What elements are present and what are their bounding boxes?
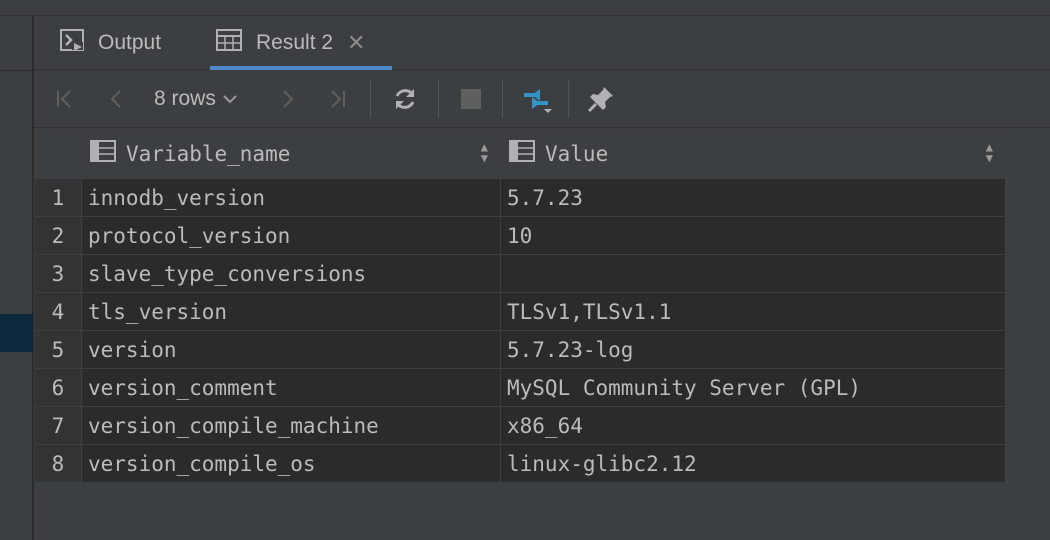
top-strip <box>0 0 1050 16</box>
cell-variable-name[interactable]: version_compile_machine <box>81 406 501 445</box>
console-icon <box>60 29 84 57</box>
row-number: 3 <box>34 254 82 293</box>
cell-value[interactable]: linux-glibc2.12 <box>500 444 1006 483</box>
toolbar-divider <box>502 80 503 118</box>
column-icon <box>509 140 535 167</box>
left-panel-divider <box>0 70 33 71</box>
cell-variable-name[interactable]: version_compile_os <box>81 444 501 483</box>
column-icon <box>90 140 116 167</box>
tab-output-label: Output <box>98 31 162 54</box>
column-header-value[interactable]: Value ▲ ▼ <box>500 128 1006 179</box>
cell-value[interactable]: MySQL Community Server (GPL) <box>500 368 1006 407</box>
next-page-icon[interactable] <box>272 70 302 128</box>
table-row[interactable]: 1 innodb_version 5.7.23 <box>34 178 1006 217</box>
tab-output[interactable]: Output <box>60 16 161 70</box>
rows-count-label: 8 rows <box>154 87 216 110</box>
first-page-icon[interactable] <box>50 70 80 128</box>
rows-selector[interactable]: 8 rows <box>154 70 238 128</box>
row-number: 6 <box>34 368 82 407</box>
close-icon[interactable]: ✕ <box>347 30 365 56</box>
column-header-label: Variable_name <box>126 141 291 166</box>
left-panel <box>0 16 33 540</box>
row-number: 8 <box>34 444 82 483</box>
toolbar-divider <box>568 80 569 118</box>
row-number-header <box>34 128 82 179</box>
table-icon <box>216 29 242 57</box>
column-header-label: Value <box>545 141 609 166</box>
refresh-icon[interactable] <box>388 70 422 128</box>
table-row[interactable]: 3 slave_type_conversions <box>34 254 1006 293</box>
row-number: 4 <box>34 292 82 331</box>
cell-value[interactable] <box>500 254 1006 293</box>
row-number: 1 <box>34 178 82 217</box>
table-row[interactable]: 2 protocol_version 10 <box>34 216 1006 255</box>
left-panel-selected-item[interactable] <box>0 314 33 352</box>
cell-value[interactable]: x86_64 <box>500 406 1006 445</box>
cell-variable-name[interactable]: protocol_version <box>81 216 501 255</box>
toolbar-divider <box>370 80 371 118</box>
table-row[interactable]: 7 version_compile_machine x86_64 <box>34 406 1006 445</box>
table-row[interactable]: 4 tls_version TLSv1,TLSv1.1 <box>34 292 1006 331</box>
table-row[interactable]: 5 version 5.7.23-log <box>34 330 1006 369</box>
tab-bar: Output Result 2 ✕ <box>34 16 1050 70</box>
table-row[interactable]: 6 version_comment MySQL Community Server… <box>34 368 1006 407</box>
last-page-icon[interactable] <box>322 70 352 128</box>
table-row[interactable]: 8 version_compile_os linux-glibc2.12 <box>34 444 1006 483</box>
tab-result-2[interactable]: Result 2 ✕ <box>210 16 392 70</box>
column-header-variable-name[interactable]: Variable_name ▲ ▼ <box>81 128 501 179</box>
cell-variable-name[interactable]: version_comment <box>81 368 501 407</box>
sort-icon[interactable]: ▲ ▼ <box>481 141 488 164</box>
cell-value[interactable]: 10 <box>500 216 1006 255</box>
cell-variable-name[interactable]: slave_type_conversions <box>81 254 501 293</box>
right-empty-area <box>1006 128 1050 540</box>
compare-icon[interactable] <box>518 70 556 128</box>
row-number: 2 <box>34 216 82 255</box>
cell-variable-name[interactable]: tls_version <box>81 292 501 331</box>
pin-icon[interactable] <box>584 70 618 128</box>
prev-page-icon[interactable] <box>102 70 132 128</box>
empty-grid-area <box>34 482 1050 540</box>
result-grid: Variable_name ▲ ▼ Value ▲ ▼ 1 innodb_ver… <box>34 128 1006 483</box>
row-number: 7 <box>34 406 82 445</box>
cell-value[interactable]: 5.7.23 <box>500 178 1006 217</box>
cell-value[interactable]: TLSv1,TLSv1.1 <box>500 292 1006 331</box>
sort-icon[interactable]: ▲ ▼ <box>986 141 993 164</box>
tab-result-2-label: Result 2 <box>256 31 334 54</box>
cell-variable-name[interactable]: version <box>81 330 501 369</box>
row-number: 5 <box>34 330 82 369</box>
toolbar-divider <box>438 80 439 118</box>
chevron-down-icon <box>222 87 238 111</box>
stop-icon[interactable] <box>456 70 486 128</box>
result-toolbar: 8 rows <box>34 70 1050 128</box>
cell-variable-name[interactable]: innodb_version <box>81 178 501 217</box>
cell-value[interactable]: 5.7.23-log <box>500 330 1006 369</box>
